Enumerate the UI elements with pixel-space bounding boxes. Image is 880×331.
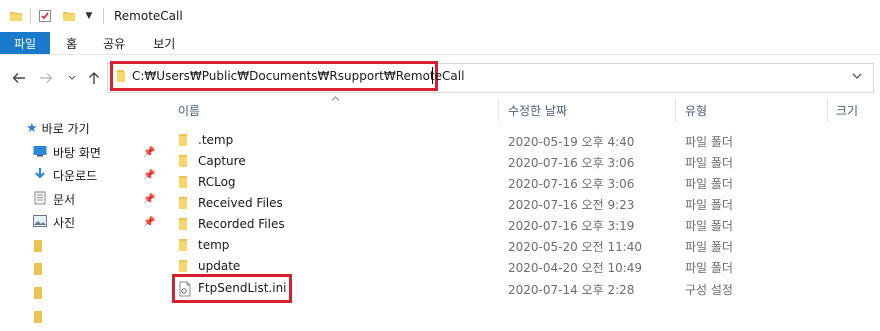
table-row[interactable]: Received Files 2020-07-16 오전 9:23 파일 폴더 <box>168 193 880 214</box>
pin-icon[interactable]: 📌 <box>143 217 155 228</box>
file-type: 구성 설정 <box>685 283 733 297</box>
folder-icon[interactable] <box>33 239 43 256</box>
folder-icon <box>178 238 188 255</box>
nav-quick-access-label: 바로 가기 <box>41 122 90 136</box>
file-type: 파일 폴더 <box>685 177 733 191</box>
file-name: update <box>198 259 241 273</box>
file-type: 파일 폴더 <box>685 156 733 170</box>
navigation-pane: ★ 바로 가기 바탕 화면 📌 다운로드 📌 문서 📌 사진 📌 <box>0 96 162 331</box>
title-bar: ▼ RemoteCall <box>0 0 880 32</box>
download-icon <box>33 167 47 184</box>
table-row[interactable]: Capture 2020-07-16 오후 3:06 파일 폴더 <box>168 151 880 172</box>
star-icon: ★ <box>26 121 38 136</box>
column-header-date[interactable]: 수정한 날짜 <box>508 98 567 122</box>
file-name: RCLog <box>198 175 236 189</box>
nav-item-documents[interactable]: 문서 <box>33 191 75 208</box>
column-separator[interactable] <box>498 98 499 122</box>
address-path[interactable]: C:₩Users₩Public₩Documents₩Rsupport₩Remot… <box>132 69 464 83</box>
ribbon-tabs: 파일 홈 공유 보기 <box>0 32 880 55</box>
folder-icon <box>178 133 188 150</box>
pictures-icon <box>33 215 47 230</box>
recent-locations-chevron-icon[interactable] <box>61 67 83 89</box>
nav-item-pictures[interactable]: 사진 <box>33 214 75 231</box>
table-row[interactable]: Recorded Files 2020-07-16 오후 3:19 파일 폴더 <box>168 214 880 235</box>
file-date: 2020-07-14 오후 2:28 <box>508 283 635 297</box>
document-icon <box>33 191 47 208</box>
folder-icon <box>178 175 188 192</box>
address-row: C:₩Users₩Public₩Documents₩Rsupport₩Remot… <box>0 60 880 96</box>
folder-icon <box>178 154 188 171</box>
file-type: 파일 폴더 <box>685 261 733 275</box>
table-row[interactable]: .temp 2020-05-19 오후 4:40 파일 폴더 <box>168 130 880 151</box>
tab-view[interactable]: 보기 <box>139 32 189 54</box>
folder-icon[interactable] <box>33 286 43 303</box>
file-date: 2020-05-20 오전 11:40 <box>508 240 643 254</box>
file-type: 파일 폴더 <box>685 219 733 233</box>
up-arrow-icon[interactable] <box>83 67 105 89</box>
column-separator[interactable] <box>675 98 676 122</box>
sort-ascending-icon <box>331 94 340 104</box>
table-row[interactable]: temp 2020-05-20 오전 11:40 파일 폴더 <box>168 235 880 256</box>
window-title: RemoteCall <box>114 9 183 23</box>
properties-icon[interactable] <box>37 8 53 24</box>
file-date: 2020-07-16 오후 3:06 <box>508 156 635 170</box>
nav-item-label: 사진 <box>53 216 76 230</box>
tab-share[interactable]: 공유 <box>89 32 139 54</box>
column-separator[interactable] <box>827 98 828 122</box>
tab-file[interactable]: 파일 <box>0 32 51 54</box>
column-header-size[interactable]: 크기 <box>836 98 858 122</box>
file-highlight-box <box>172 274 292 303</box>
file-date: 2020-07-16 오후 3:19 <box>508 219 635 233</box>
folder-icon[interactable] <box>33 262 43 279</box>
file-type: 파일 폴더 <box>685 135 733 149</box>
new-folder-icon[interactable] <box>61 8 77 24</box>
customize-toolbar-icon[interactable]: ▼ <box>81 8 97 24</box>
file-date: 2020-07-16 오전 9:23 <box>508 198 635 212</box>
title-separator <box>103 8 104 24</box>
nav-item-downloads[interactable]: 다운로드 <box>33 167 97 184</box>
desktop-icon <box>33 145 47 160</box>
file-date: 2020-07-16 오후 3:06 <box>508 177 635 191</box>
file-type: 파일 폴더 <box>685 240 733 254</box>
address-dropdown-chevron-icon[interactable] <box>852 69 862 83</box>
file-name: Recorded Files <box>198 217 285 231</box>
nav-item-label: 바탕 화면 <box>53 146 101 160</box>
address-folder-icon <box>116 69 126 86</box>
folder-icon[interactable] <box>33 310 43 327</box>
text-cursor <box>432 67 433 84</box>
pin-icon[interactable]: 📌 <box>143 170 155 181</box>
folder-icon <box>178 217 188 234</box>
table-row[interactable]: RCLog 2020-07-16 오후 3:06 파일 폴더 <box>168 172 880 193</box>
column-header-name[interactable]: 이름 <box>178 98 200 122</box>
nav-item-desktop[interactable]: 바탕 화면 <box>33 144 101 161</box>
tab-home[interactable]: 홈 <box>50 32 89 54</box>
back-arrow-icon[interactable] <box>8 67 30 89</box>
file-date: 2020-05-19 오후 4:40 <box>508 135 635 149</box>
forward-arrow-icon[interactable] <box>35 67 57 89</box>
toolbar-separator <box>30 8 31 24</box>
file-date: 2020-04-20 오전 10:49 <box>508 261 643 275</box>
folder-icon[interactable] <box>8 8 24 24</box>
folder-icon <box>178 196 188 213</box>
pin-icon[interactable]: 📌 <box>143 147 155 158</box>
pin-icon[interactable]: 📌 <box>143 194 155 205</box>
column-header-type[interactable]: 유형 <box>685 98 707 122</box>
nav-item-label: 문서 <box>53 193 76 207</box>
file-name: .temp <box>198 133 234 147</box>
nav-quick-access[interactable]: ★ 바로 가기 <box>26 120 90 137</box>
file-name: Received Files <box>198 196 283 210</box>
nav-item-label: 다운로드 <box>53 169 98 183</box>
file-name: temp <box>198 238 230 252</box>
file-type: 파일 폴더 <box>685 198 733 212</box>
file-name: Capture <box>198 154 246 168</box>
